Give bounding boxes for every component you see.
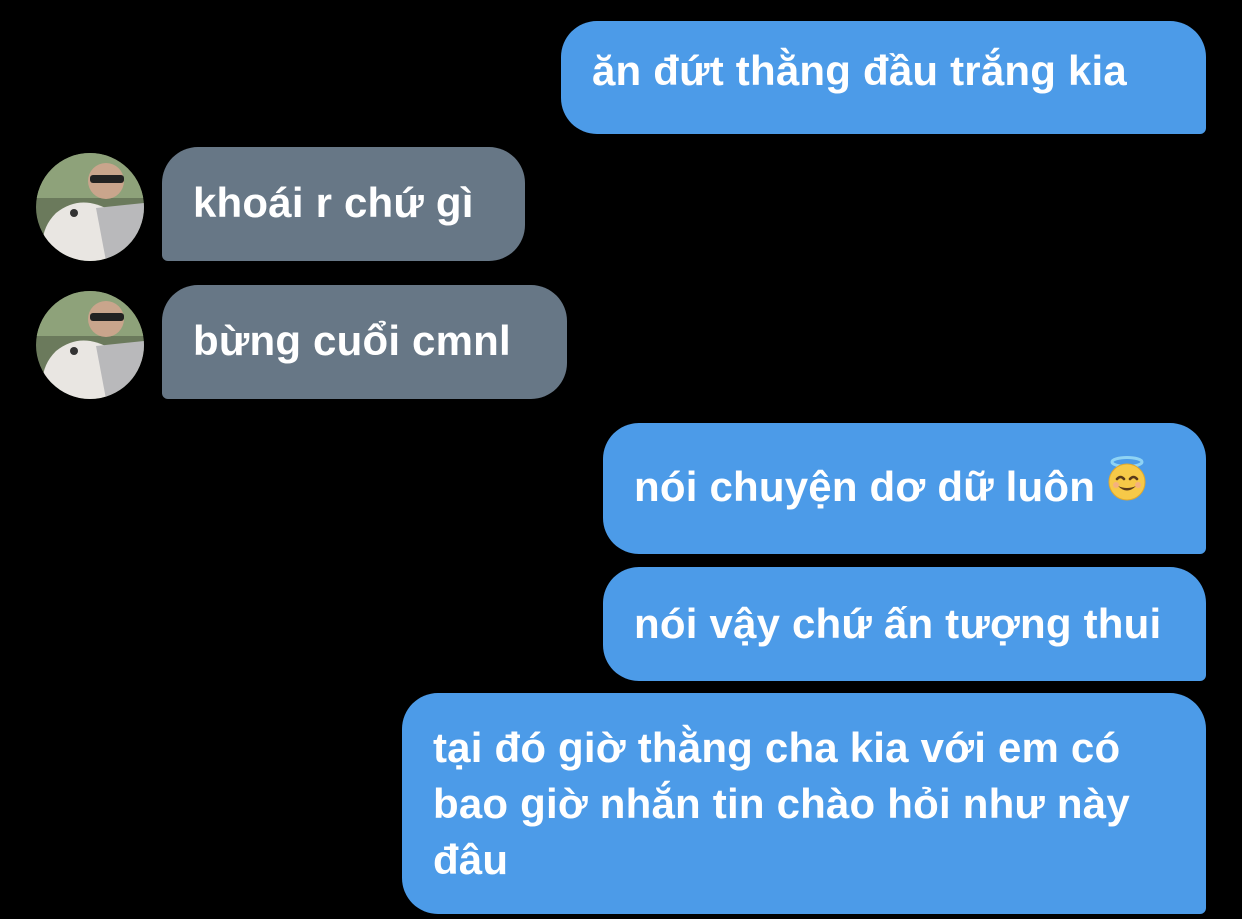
message-bubble-outgoing[interactable]: tại đó giờ thằng cha kia với em có bao g… [402, 693, 1206, 914]
message-bubble-outgoing[interactable]: ăn đứt thằng đầu trắng kia [561, 21, 1206, 134]
contact-avatar[interactable] [36, 153, 144, 261]
avatar-photo-icon [36, 153, 144, 261]
message-text: ăn đứt thằng đầu trắng kia [592, 47, 1127, 94]
contact-avatar[interactable] [36, 291, 144, 399]
message-text: nói vậy chứ ấn tượng thui [634, 600, 1162, 647]
avatar-photo-icon [36, 291, 144, 399]
message-bubble-incoming[interactable]: bừng cuổi cmnl [162, 285, 567, 399]
message-bubble-outgoing[interactable]: nói vậy chứ ấn tượng thui [603, 567, 1206, 681]
message-text: tại đó giờ thằng cha kia với em có bao g… [433, 724, 1130, 883]
message-text: bừng cuổi cmnl [193, 317, 511, 364]
message-text: khoái r chứ gì [193, 179, 474, 226]
message-bubble-outgoing[interactable]: nói chuyện dơ dữ luôn [603, 423, 1206, 554]
message-text: nói chuyện dơ dữ luôn [634, 463, 1096, 510]
smiling-face-with-halo-icon [1105, 455, 1149, 516]
message-bubble-incoming[interactable]: khoái r chứ gì [162, 147, 525, 261]
